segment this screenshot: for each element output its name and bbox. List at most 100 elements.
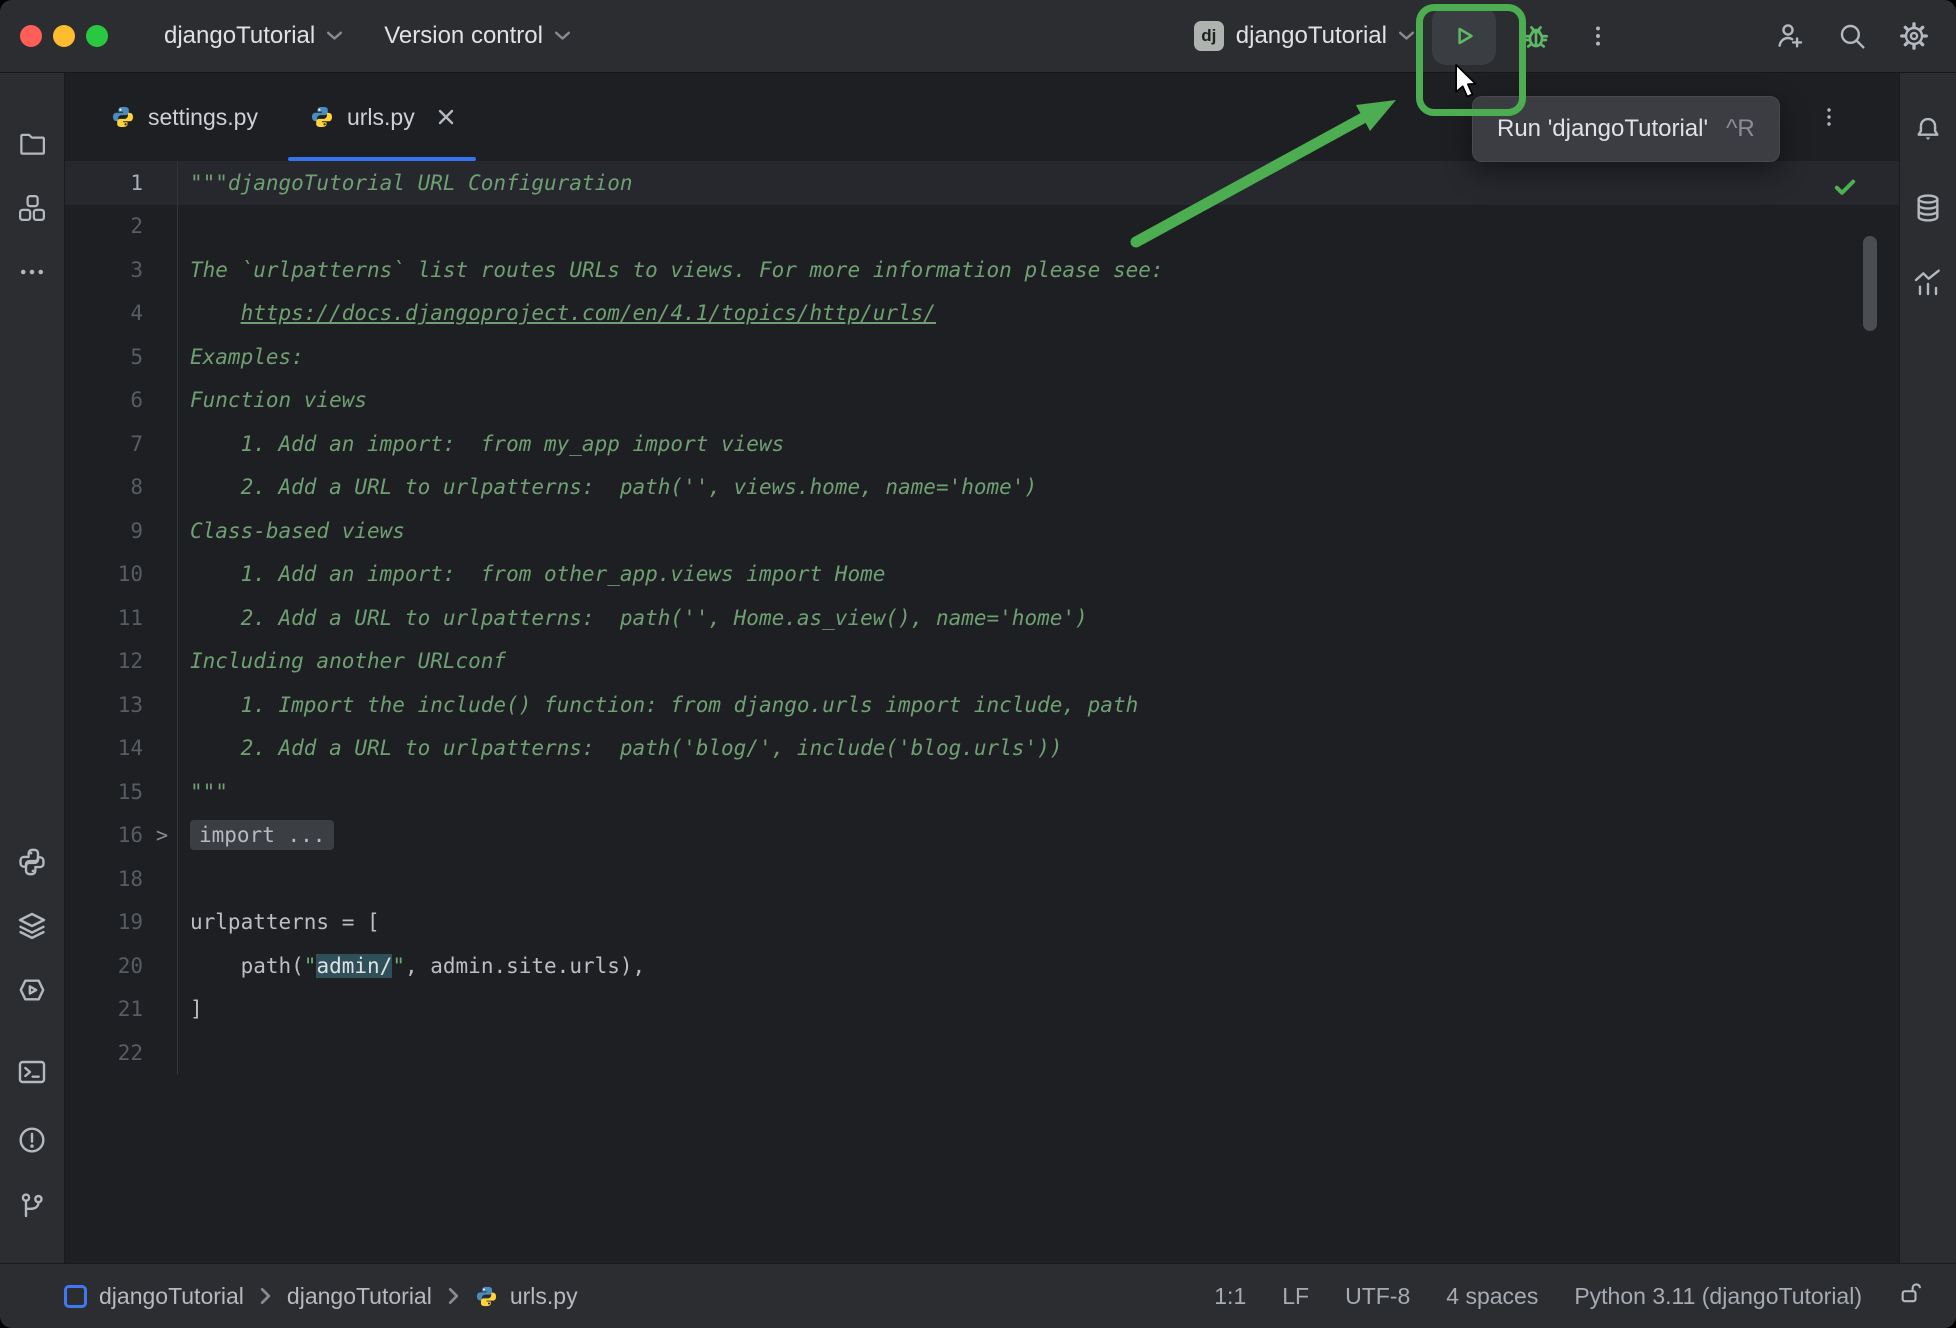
database-toolwindow-button[interactable] [1911,191,1945,225]
project-toolwindow-button[interactable] [15,126,49,160]
gutter[interactable]: 7 [65,422,178,466]
editor-line-4[interactable]: 4 https://docs.djangoproject.com/en/4.1/… [65,292,1899,336]
breadcrumb-package[interactable]: djangoTutorial [287,1283,432,1310]
zoom-window-button[interactable] [86,25,108,47]
editor-line-9[interactable]: 9Class-based views [65,509,1899,553]
doc-link[interactable]: https://docs.djangoproject.com/en/4.1/to… [241,301,936,325]
line-number: 7 [65,432,147,456]
encoding-widget[interactable]: UTF-8 [1345,1283,1410,1310]
indent-widget[interactable]: 4 spaces [1446,1283,1538,1310]
statusbar: djangoTutorial djangoTutorial urls.py 1:… [0,1263,1956,1328]
gutter[interactable]: 9 [65,509,178,553]
gutter[interactable]: 18 [65,857,178,901]
settings-button[interactable] [1892,14,1936,58]
gutter[interactable]: 5 [65,335,178,379]
code-line: Examples: [178,345,304,369]
editor-line-18[interactable]: 18 [65,857,1899,901]
more-actions-button[interactable] [1576,14,1620,58]
database-icon [1912,192,1944,224]
gutter[interactable]: 1 [65,161,178,205]
editor-line-14[interactable]: 14 2. Add a URL to urlpatterns: path('bl… [65,727,1899,771]
gutter[interactable]: 4 [65,292,178,336]
editor-line-11[interactable]: 11 2. Add a URL to urlpatterns: path('',… [65,596,1899,640]
gutter[interactable]: 11 [65,596,178,640]
cursor-position-widget[interactable]: 1:1 [1214,1283,1246,1310]
editor-line-5[interactable]: 5 Examples: [65,335,1899,379]
tab-settings-py[interactable]: settings.py [85,73,284,161]
editor-line-1[interactable]: 1"""djangoTutorial URL Configuration [65,161,1899,205]
gutter[interactable]: 8 [65,466,178,510]
gutter[interactable]: 12 [65,640,178,684]
editor-line-12[interactable]: 12Including another URLconf [65,640,1899,684]
terminal-toolwindow-button[interactable] [15,1055,49,1089]
editor-line-19[interactable]: 19urlpatterns = [ [65,901,1899,945]
gutter[interactable]: 14 [65,727,178,771]
editor-line-3[interactable]: 3The `urlpatterns` list routes URLs to v… [65,248,1899,292]
line-number: 10 [65,562,147,586]
gutter[interactable]: 16> [65,814,178,858]
gutter[interactable]: 20 [65,944,178,988]
editor-line-2[interactable]: 2 [65,205,1899,249]
gutter[interactable]: 13 [65,683,178,727]
breadcrumb-file[interactable]: urls.py [475,1283,578,1310]
editor-line-16[interactable]: 16> import ... [65,814,1899,858]
line-number: 22 [65,1041,147,1065]
search-icon [1836,20,1868,52]
terminal-icon [16,1056,48,1088]
minimize-window-button[interactable] [53,25,75,47]
gutter[interactable]: 10 [65,553,178,597]
version-control-menu[interactable]: Version control [384,22,570,50]
gutter[interactable]: 21 [65,988,178,1032]
gutter[interactable]: 2 [65,205,178,249]
more-toolwindows-button[interactable] [15,255,49,289]
line-number: 16 [65,823,147,847]
python-packages-toolwindow-button[interactable] [15,909,49,943]
tab-urls-py[interactable]: urls.py [284,73,480,161]
structure-toolwindow-button[interactable] [15,191,49,225]
editor-line-22[interactable]: 22 [65,1031,1899,1075]
gutter[interactable]: 3 [65,248,178,292]
editor-line-10[interactable]: 10 1. Add an import: from other_app.view… [65,553,1899,597]
plots-toolwindow-button[interactable] [1911,265,1945,299]
breadcrumb-project[interactable]: djangoTutorial [64,1283,244,1310]
gutter[interactable]: 22 [65,1031,178,1075]
interpreter-widget[interactable]: Python 3.11 (djangoTutorial) [1574,1283,1862,1310]
editor-scrollbar[interactable] [1863,236,1877,331]
folded-imports[interactable]: import ... [190,820,334,850]
editor-line-6[interactable]: 6Function views [65,379,1899,423]
run-button[interactable] [1432,7,1496,65]
line-number: 11 [65,606,147,630]
search-everywhere-button[interactable] [1830,14,1874,58]
editor-line-15[interactable]: 15""" [65,770,1899,814]
line-ending-widget[interactable]: LF [1282,1283,1309,1310]
gutter[interactable]: 19 [65,901,178,945]
problems-toolwindow-button[interactable] [15,1123,49,1157]
right-toolwindow-bar [1899,73,1956,1263]
code-line: urlpatterns = [ [178,910,380,934]
tab-options-button[interactable] [1817,73,1841,161]
code-with-me-button[interactable] [1768,14,1812,58]
project-menu[interactable]: djangoTutorial [164,22,342,50]
editor-line-7[interactable]: 7 1. Add an import: from my_app import v… [65,422,1899,466]
notifications-button[interactable] [1911,113,1945,147]
python-console-toolwindow-button[interactable] [15,845,49,879]
editor-line-21[interactable]: 21] [65,988,1899,1032]
fold-arrow-icon[interactable]: > [147,823,177,847]
close-window-button[interactable] [20,25,42,47]
add-user-icon [1774,20,1806,52]
readonly-toggle[interactable] [1898,1279,1926,1313]
close-tab-icon[interactable] [438,109,454,125]
editor-line-20[interactable]: 20 path("admin/", admin.site.urls), [65,944,1899,988]
editor-line-8[interactable]: 8 2. Add a URL to urlpatterns: path('', … [65,466,1899,510]
line-number: 5 [65,345,147,369]
run-config-selector[interactable]: dj djangoTutorial [1194,21,1414,51]
debug-button[interactable] [1514,14,1558,58]
inspections-ok-icon[interactable] [1831,173,1859,205]
gutter[interactable]: 6 [65,379,178,423]
commit-toolwindow-button[interactable] [15,1189,49,1223]
code-editor[interactable]: 1"""djangoTutorial URL Configuration23Th… [65,161,1899,1263]
gutter[interactable]: 15 [65,770,178,814]
editor-line-13[interactable]: 13 1. Import the include() function: fro… [65,683,1899,727]
services-toolwindow-button[interactable] [15,973,49,1007]
line-number: 12 [65,649,147,673]
